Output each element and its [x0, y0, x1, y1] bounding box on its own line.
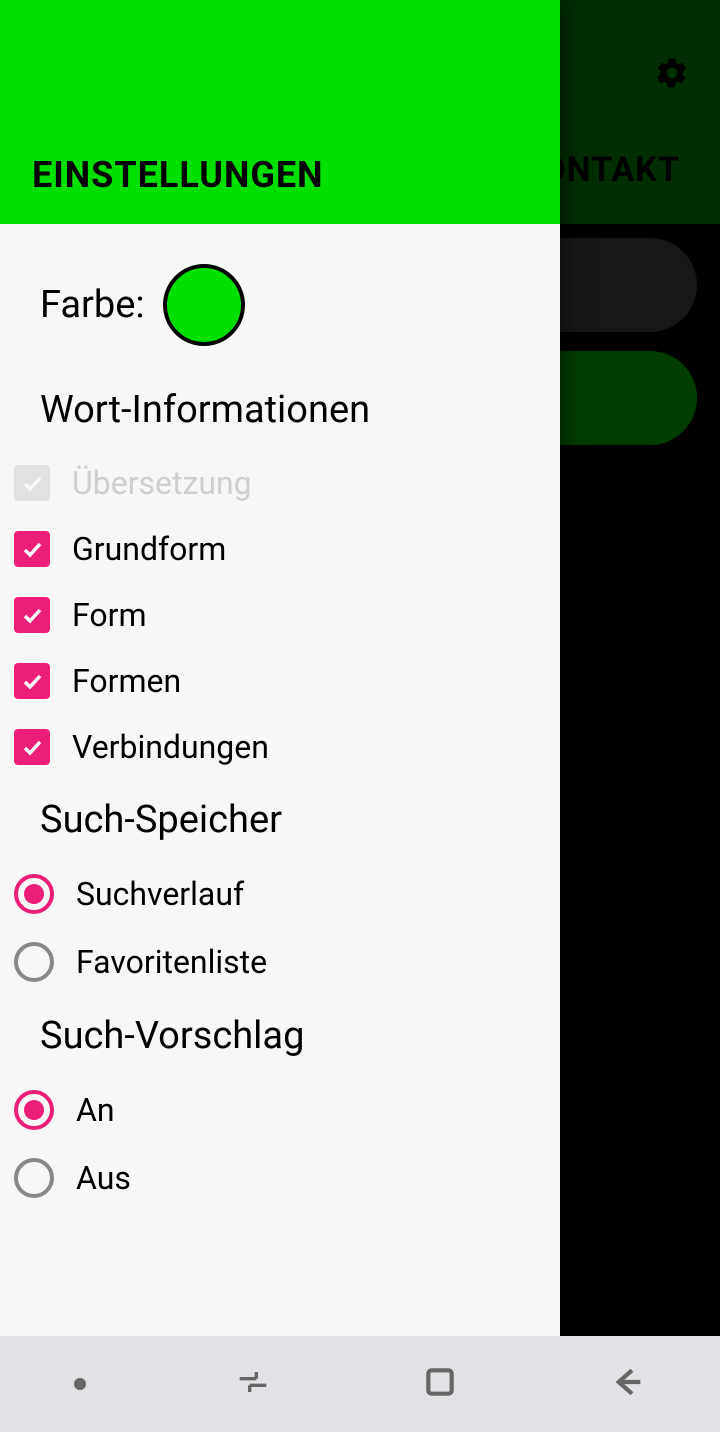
checkbox-verbindungen[interactable]: Verbindungen [14, 714, 560, 780]
section-search-storage-title: Such-Speicher [14, 780, 560, 860]
radio-label: An [76, 1091, 115, 1129]
checkbox-label: Grundform [72, 530, 226, 568]
radio-icon [14, 1158, 54, 1198]
checkbox-uebersetzung: Übersetzung [14, 450, 560, 516]
radio-an[interactable]: An [14, 1076, 560, 1144]
checkbox-formen[interactable]: Formen [14, 648, 560, 714]
radio-suchverlauf[interactable]: Suchverlauf [14, 860, 560, 928]
checkbox-label: Übersetzung [72, 464, 252, 502]
radio-icon [14, 874, 54, 914]
checkbox-grundform[interactable]: Grundform [14, 516, 560, 582]
checkbox-icon [14, 663, 50, 699]
section-word-info-title: Wort-Informationen [14, 370, 560, 450]
radio-label: Aus [76, 1159, 131, 1197]
section-search-suggest-title: Such-Vorschlag [14, 996, 560, 1076]
drawer-title: EINSTELLUNGEN [32, 154, 324, 196]
system-navbar [0, 1336, 720, 1432]
radio-label: Suchverlauf [76, 875, 244, 913]
radio-icon [14, 942, 54, 982]
checkbox-icon [14, 597, 50, 633]
drawer-body: Farbe: Wort-Informationen Übersetzung Gr… [0, 224, 560, 1212]
checkbox-icon [14, 729, 50, 765]
checkbox-icon [14, 531, 50, 567]
checkbox-label: Formen [72, 662, 181, 700]
back-icon[interactable] [607, 1362, 647, 1406]
nav-dot-icon[interactable] [74, 1378, 86, 1390]
checkbox-icon [14, 465, 50, 501]
recents-icon[interactable] [233, 1362, 273, 1406]
color-row: Farbe: [14, 244, 560, 370]
checkbox-form[interactable]: Form [14, 582, 560, 648]
radio-aus[interactable]: Aus [14, 1144, 560, 1212]
checkbox-label: Form [72, 596, 147, 634]
checkbox-label: Verbindungen [72, 728, 269, 766]
radio-favoritenliste[interactable]: Favoritenliste [14, 928, 560, 996]
radio-icon [14, 1090, 54, 1130]
settings-drawer: EINSTELLUNGEN Farbe: Wort-Informationen … [0, 0, 560, 1336]
home-icon[interactable] [420, 1362, 460, 1406]
radio-label: Favoritenliste [76, 943, 267, 981]
color-swatch[interactable] [163, 264, 245, 346]
drawer-header: EINSTELLUNGEN [0, 0, 560, 224]
color-label: Farbe: [40, 283, 145, 327]
